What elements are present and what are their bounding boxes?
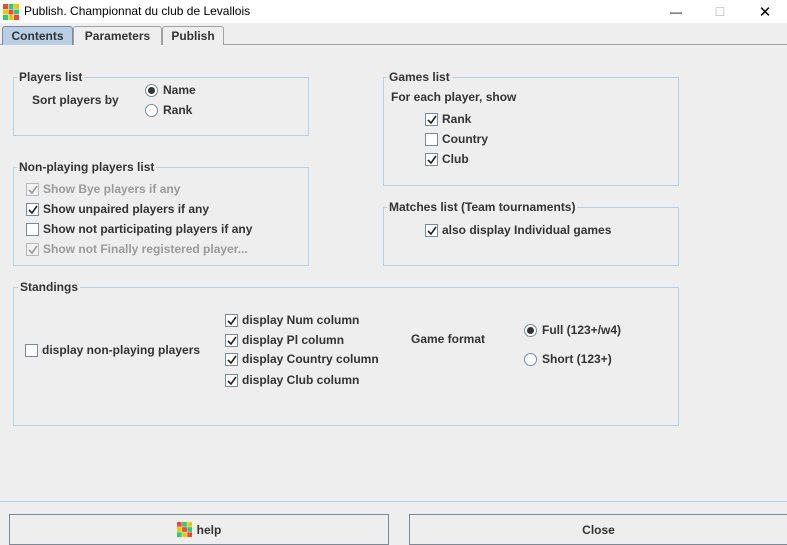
matches-list-legend: Matches list (Team tournaments)	[387, 200, 578, 214]
format-full-label[interactable]: Full (123+/w4)	[542, 323, 621, 337]
display-country-column-checkbox[interactable]	[225, 353, 238, 366]
minimize-icon: —	[670, 4, 682, 19]
display-non-playing-checkbox[interactable]	[25, 344, 38, 357]
show-not-participating-label[interactable]: Show not participating players if any	[43, 222, 252, 236]
window-title: Publish. Championnat du club de Levalloi…	[24, 4, 251, 18]
checkmark-icon	[226, 336, 237, 345]
standings-legend: Standings	[18, 280, 81, 294]
display-pl-column-label[interactable]: display Pl column	[242, 333, 344, 347]
radio-dot	[148, 87, 155, 94]
show-unpaired-checkbox[interactable]	[26, 203, 39, 216]
checkmark-icon	[426, 115, 437, 124]
display-club-column-label[interactable]: display Club column	[242, 373, 359, 387]
show-unpaired-label[interactable]: Show unpaired players if any	[43, 202, 209, 216]
games-country-checkbox[interactable]	[425, 133, 438, 146]
games-rank-label[interactable]: Rank	[442, 112, 471, 126]
display-num-column-checkbox[interactable]	[225, 314, 238, 327]
help-button-label: help	[196, 522, 222, 537]
show-bye-label: Show Bye players if any	[43, 182, 181, 196]
checkmark-icon	[27, 245, 38, 254]
games-club-label[interactable]: Club	[442, 152, 469, 166]
app-logo-icon	[176, 522, 192, 537]
bottom-separator	[0, 501, 787, 502]
games-club-checkbox[interactable]	[425, 153, 438, 166]
tab-contents[interactable]: Contents	[2, 26, 73, 45]
app-logo-icon	[3, 4, 19, 20]
help-button[interactable]: help	[9, 514, 389, 545]
sort-by-rank-radio[interactable]	[145, 104, 158, 117]
minimize-button[interactable]: —	[653, 0, 699, 23]
display-num-column-label[interactable]: display Num column	[242, 313, 359, 327]
checkmark-icon	[426, 155, 437, 164]
sort-players-label: Sort players by	[32, 93, 119, 107]
close-icon: ✕	[758, 3, 772, 21]
format-short-label[interactable]: Short (123+)	[542, 352, 612, 366]
tab-parameters[interactable]: Parameters	[73, 26, 162, 45]
maximize-icon: ☐	[714, 4, 726, 19]
sort-by-rank-label[interactable]: Rank	[163, 103, 192, 117]
close-window-button[interactable]: ✕	[742, 0, 787, 23]
games-list-legend: Games list	[387, 70, 452, 84]
checkmark-icon	[226, 355, 237, 364]
checkmark-icon	[27, 205, 38, 214]
display-non-playing-label[interactable]: display non-playing players	[42, 343, 200, 357]
format-full-radio[interactable]	[524, 324, 537, 337]
display-individual-games-label[interactable]: also display Individual games	[442, 223, 611, 237]
game-format-label: Game format	[411, 332, 486, 346]
format-short-radio[interactable]	[524, 353, 537, 366]
display-club-column-checkbox[interactable]	[225, 374, 238, 387]
tab-publish[interactable]: Publish	[162, 26, 224, 45]
sort-by-name-radio[interactable]	[145, 84, 158, 97]
maximize-button[interactable]: ☐	[697, 0, 743, 23]
display-country-column-label[interactable]: display Country column	[242, 352, 379, 366]
close-button[interactable]: Close	[409, 514, 787, 545]
checkmark-icon	[27, 185, 38, 194]
non-playing-legend: Non-playing players list	[17, 160, 157, 174]
checkmark-icon	[426, 226, 437, 235]
checkmark-icon	[226, 376, 237, 385]
show-not-participating-checkbox[interactable]	[26, 223, 39, 236]
games-rank-checkbox[interactable]	[425, 113, 438, 126]
close-button-label: Close	[582, 522, 615, 537]
checkmark-icon	[226, 316, 237, 325]
show-not-registered-checkbox	[26, 243, 39, 256]
radio-dot	[527, 327, 534, 334]
show-bye-checkbox	[26, 183, 39, 196]
games-list-subtitle: For each player, show	[391, 90, 517, 104]
sort-by-name-label[interactable]: Name	[163, 83, 196, 97]
display-individual-games-checkbox[interactable]	[425, 224, 438, 237]
games-country-label[interactable]: Country	[442, 132, 488, 146]
show-not-registered-label: Show not Finally registered player...	[43, 242, 248, 256]
display-pl-column-checkbox[interactable]	[225, 334, 238, 347]
players-list-legend: Players list	[17, 70, 85, 84]
